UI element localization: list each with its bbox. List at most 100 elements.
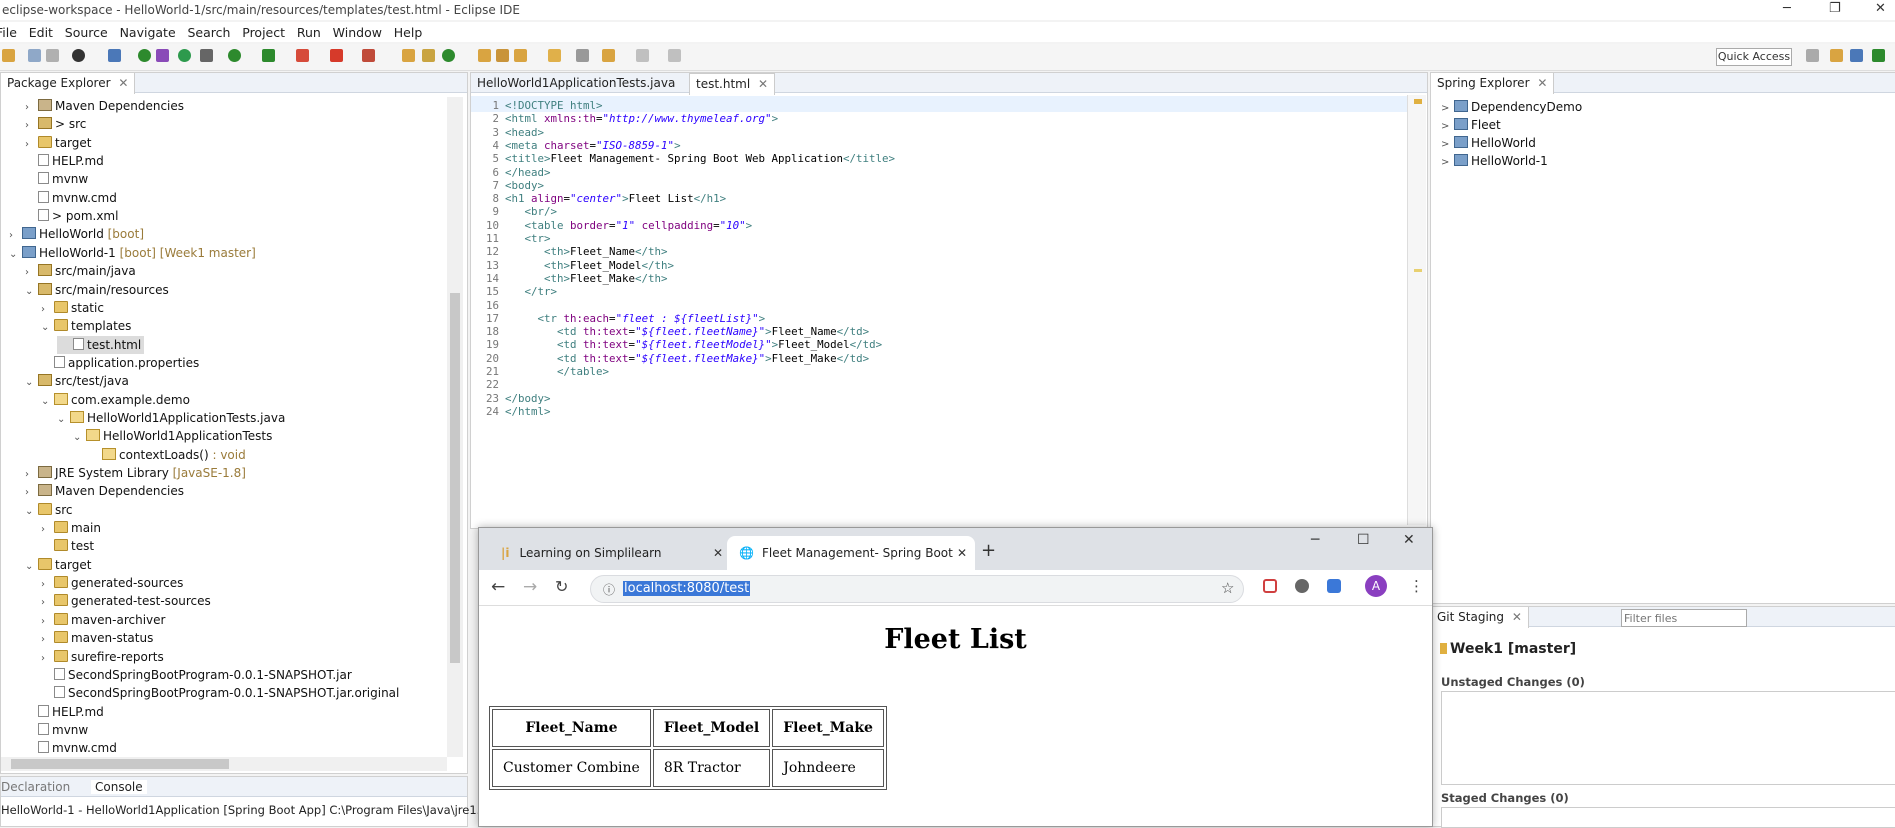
- new-package-icon[interactable]: [402, 49, 415, 62]
- tree-item[interactable]: › generated-sources: [41, 574, 183, 592]
- spring-icon[interactable]: [138, 49, 151, 62]
- chevron-right-icon[interactable]: ›: [41, 613, 51, 631]
- code-editor[interactable]: 1 <!DOCTYPE html> 2 <html xmlns:th="http://…: [471, 99, 1407, 519]
- new-class-icon[interactable]: [422, 49, 435, 62]
- chevron-right-icon[interactable]: ›: [41, 576, 51, 594]
- chevron-right-icon[interactable]: ›: [9, 227, 19, 245]
- last-edit-icon[interactable]: [602, 49, 615, 62]
- back-icon[interactable]: [636, 49, 649, 62]
- tree-item[interactable]: test: [41, 537, 94, 555]
- chevron-down-icon[interactable]: ⌄: [57, 411, 67, 429]
- tree-item[interactable]: > pom.xml: [25, 207, 118, 225]
- minimize-icon[interactable]: ─: [1311, 532, 1319, 548]
- minimize-icon[interactable]: ─: [1783, 1, 1791, 16]
- external-tools-icon[interactable]: [296, 49, 309, 62]
- close-icon[interactable]: ✕: [758, 77, 768, 91]
- chevron-down-icon[interactable]: ⌄: [9, 246, 19, 264]
- tree-item[interactable]: HELP.md: [25, 152, 104, 170]
- tree-item[interactable]: application.properties: [41, 354, 199, 372]
- search-icon[interactable]: [514, 49, 527, 62]
- forward-icon[interactable]: →: [523, 577, 537, 597]
- refresh-icon[interactable]: [178, 49, 191, 62]
- relaunch-icon[interactable]: [362, 49, 375, 62]
- chevron-right-icon[interactable]: ›: [41, 301, 51, 319]
- chevron-down-icon[interactable]: ⌄: [25, 374, 35, 392]
- quick-access-field[interactable]: Quick Access: [1716, 48, 1792, 66]
- pocket-icon[interactable]: [1263, 579, 1277, 593]
- chevron-right-icon[interactable]: ›: [41, 521, 51, 539]
- tab-spring-explorer[interactable]: Spring Explorer ✕: [1431, 73, 1555, 94]
- tab-package-explorer[interactable]: Package Explorer ✕: [1, 73, 136, 94]
- tree-item[interactable]: ⌄ target: [25, 556, 92, 574]
- spring-item-dependencydemo[interactable]: > DependencyDemo: [1441, 98, 1582, 116]
- close-icon[interactable]: ✕: [1512, 610, 1522, 624]
- tree-item[interactable]: › maven-status: [41, 629, 153, 647]
- tree-item[interactable]: mvnw: [25, 170, 88, 188]
- new-spring-icon[interactable]: [442, 49, 455, 62]
- tree-item[interactable]: › > src: [25, 115, 86, 133]
- close-icon[interactable]: ✕: [1403, 532, 1415, 548]
- tree-item[interactable]: HELP.md: [25, 703, 104, 721]
- chevron-right-icon[interactable]: ›: [25, 99, 35, 117]
- save-icon[interactable]: [28, 49, 41, 62]
- java-perspective-icon[interactable]: [1850, 49, 1863, 62]
- tree-item[interactable]: contextLoads() : void: [89, 446, 246, 464]
- info-icon[interactable]: ⓘ: [603, 581, 615, 598]
- tree-item[interactable]: › Maven Dependencies: [25, 97, 184, 115]
- java-ee-perspective-icon[interactable]: [1830, 49, 1843, 62]
- back-icon[interactable]: ←: [491, 577, 505, 597]
- overview-ruler[interactable]: [1407, 95, 1426, 525]
- chevron-down-icon[interactable]: ⌄: [25, 503, 35, 521]
- chevron-down-icon[interactable]: ⌄: [25, 558, 35, 576]
- spring-item-helloworld[interactable]: > HelloWorld: [1441, 134, 1536, 152]
- tab-test-html[interactable]: test.html ✕: [689, 73, 776, 95]
- spring-item-helloworld-1[interactable]: > HelloWorld-1: [1441, 152, 1548, 170]
- tree-item[interactable]: ⌄ src/main/resources: [25, 281, 169, 299]
- annotation-icon[interactable]: [548, 49, 561, 62]
- tree-item[interactable]: › maven-archiver: [41, 611, 165, 629]
- tree-item[interactable]: › src/main/java: [25, 262, 136, 280]
- menu-window[interactable]: Window: [333, 25, 382, 40]
- tree-item[interactable]: mvnw: [25, 721, 88, 739]
- new-tab-icon[interactable]: +: [981, 540, 996, 561]
- horizontal-scrollbar[interactable]: [1, 757, 447, 771]
- stop-icon[interactable]: [330, 49, 343, 62]
- tab-console[interactable]: Console: [91, 780, 147, 794]
- url-text[interactable]: localhost:8080/test: [623, 581, 751, 596]
- tree-item[interactable]: ⌄ src/test/java: [25, 372, 129, 390]
- tree-item[interactable]: › JRE System Library [JavaSE-1.8]: [25, 464, 246, 482]
- tree-item[interactable]: ⌄ src: [25, 501, 73, 519]
- scrollbar-thumb[interactable]: [11, 759, 229, 769]
- maximize-icon[interactable]: ☐: [1357, 532, 1370, 548]
- new-icon[interactable]: [2, 49, 15, 62]
- tab-declaration[interactable]: Declaration: [1, 780, 70, 794]
- forward-icon[interactable]: [668, 49, 681, 62]
- terminal-icon[interactable]: [108, 49, 121, 62]
- chevron-right-icon[interactable]: ›: [25, 136, 35, 154]
- tree-item[interactable]: › target: [25, 134, 92, 152]
- run-icon[interactable]: [228, 49, 241, 62]
- browser-tab-simplilearn[interactable]: |i Learning on Simplilearn ✕: [485, 536, 731, 570]
- close-icon[interactable]: ✕: [713, 536, 723, 570]
- filter-files-input[interactable]: [1621, 609, 1747, 627]
- tree-item[interactable]: › HelloWorld [boot]: [9, 225, 144, 243]
- star-icon[interactable]: ☆: [1221, 579, 1234, 597]
- chevron-right-icon[interactable]: ›: [25, 264, 35, 282]
- vertical-scrollbar[interactable]: [447, 97, 463, 757]
- chevron-down-icon[interactable]: ⌄: [41, 393, 51, 411]
- tree-item[interactable]: › static: [41, 299, 104, 317]
- chevron-right-icon[interactable]: ›: [25, 117, 35, 135]
- chevron-right-icon[interactable]: ›: [25, 484, 35, 502]
- open-perspective-icon[interactable]: [1806, 49, 1819, 62]
- open-task-icon[interactable]: [496, 49, 509, 62]
- scrollbar-thumb[interactable]: [450, 293, 460, 663]
- extension-icon[interactable]: [1295, 579, 1309, 593]
- skip-breakpoints-icon[interactable]: [156, 49, 169, 62]
- restore-icon[interactable]: ❐: [1829, 1, 1841, 16]
- tree-item[interactable]: › surefire-reports: [41, 648, 164, 666]
- save-all-icon[interactable]: [46, 49, 59, 62]
- tree-item[interactable]: › main: [41, 519, 101, 537]
- menu-project[interactable]: Project: [242, 25, 285, 40]
- menu-edit[interactable]: Edit: [29, 25, 53, 40]
- chevron-right-icon[interactable]: ›: [25, 466, 35, 484]
